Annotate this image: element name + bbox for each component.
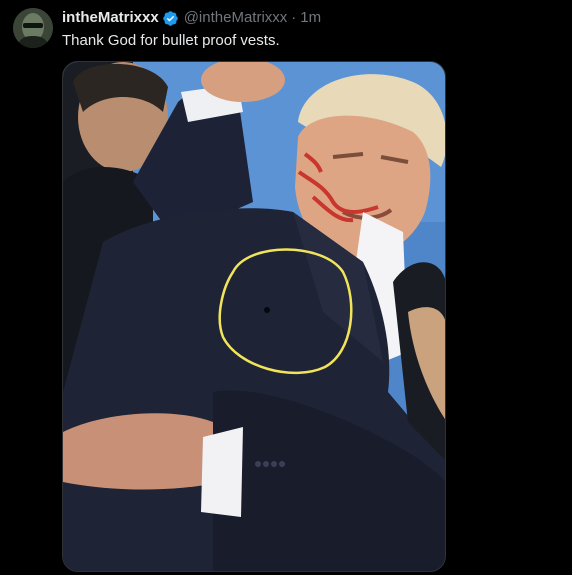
photo-illustration — [63, 62, 445, 571]
tweet-photo[interactable] — [62, 61, 446, 572]
tweet-header: intheMatrixxx @intheMatrixxx · 1m — [62, 8, 321, 28]
display-name[interactable]: intheMatrixxx — [62, 8, 159, 28]
tweet[interactable]: intheMatrixxx @intheMatrixxx · 1m Thank … — [0, 0, 572, 575]
handle[interactable]: @intheMatrixxx — [184, 8, 288, 28]
avatar[interactable] — [13, 8, 53, 48]
tweet-text: Thank God for bullet proof vests. — [62, 32, 280, 49]
separator-dot: · — [291, 9, 297, 26]
verified-badge-icon — [162, 10, 179, 27]
timestamp[interactable]: 1m — [300, 8, 321, 28]
